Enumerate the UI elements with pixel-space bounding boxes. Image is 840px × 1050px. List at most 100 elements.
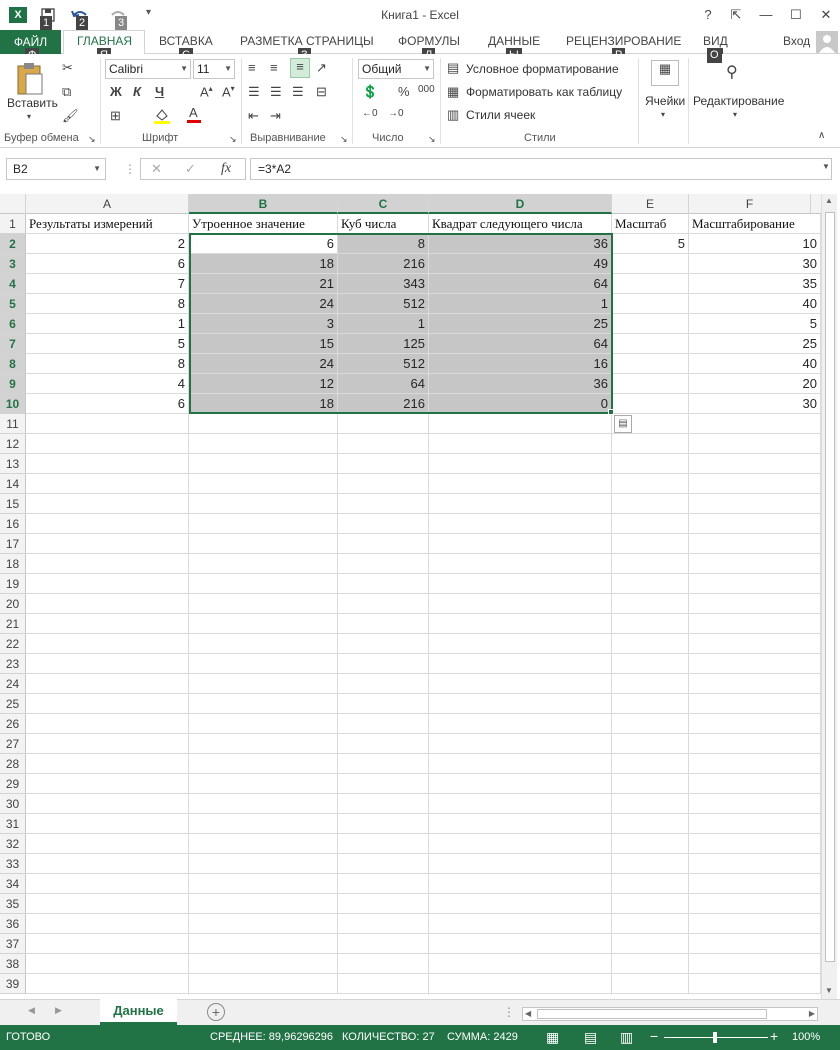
row-header[interactable]: 15 (0, 494, 26, 514)
cell-e32[interactable] (612, 834, 689, 854)
row-header[interactable]: 23 (0, 654, 26, 674)
cell-a9[interactable]: 4 (26, 374, 189, 394)
tab-insert[interactable]: ВСТАВКА (159, 34, 213, 48)
cell-c6[interactable]: 1 (338, 314, 429, 334)
cell-c31[interactable] (338, 814, 429, 834)
row-header[interactable]: 19 (0, 574, 26, 594)
cell-b12[interactable] (189, 434, 338, 454)
cell-f37[interactable] (689, 934, 821, 954)
cell-d4[interactable]: 64 (429, 274, 612, 294)
cell-a29[interactable] (26, 774, 189, 794)
tab-formulas[interactable]: ФОРМУЛЫ (398, 34, 460, 48)
row-header[interactable]: 29 (0, 774, 26, 794)
cell-a30[interactable] (26, 794, 189, 814)
decrease-indent-icon[interactable]: ⇤ (248, 108, 259, 124)
cell-d17[interactable] (429, 534, 612, 554)
decrease-decimal-icon[interactable]: →0 (388, 108, 404, 119)
cell-e33[interactable] (612, 854, 689, 874)
cell-f8[interactable]: 40 (689, 354, 821, 374)
vertical-scroll-thumb[interactable] (825, 212, 835, 962)
cell-b37[interactable] (189, 934, 338, 954)
cell-b21[interactable] (189, 614, 338, 634)
cell-e35[interactable] (612, 894, 689, 914)
cell-d6[interactable]: 25 (429, 314, 612, 334)
cell-c37[interactable] (338, 934, 429, 954)
cell-a12[interactable] (26, 434, 189, 454)
row-header[interactable]: 18 (0, 554, 26, 574)
cell-e12[interactable] (612, 434, 689, 454)
cell-a36[interactable] (26, 914, 189, 934)
row-header[interactable]: 25 (0, 694, 26, 714)
cell-a10[interactable]: 6 (26, 394, 189, 414)
cell-c21[interactable] (338, 614, 429, 634)
tab-home[interactable]: ГЛАВНАЯ (77, 34, 132, 48)
cell-a14[interactable] (26, 474, 189, 494)
cell-d24[interactable] (429, 674, 612, 694)
cell-c20[interactable] (338, 594, 429, 614)
cell-a13[interactable] (26, 454, 189, 474)
cancel-icon[interactable]: ✕ (151, 161, 162, 177)
scroll-up-icon[interactable]: ▲ (825, 196, 833, 205)
cell-c25[interactable] (338, 694, 429, 714)
italic-button[interactable]: К (133, 84, 141, 99)
cell-b19[interactable] (189, 574, 338, 594)
cell-d26[interactable] (429, 714, 612, 734)
cell-c36[interactable] (338, 914, 429, 934)
cut-icon[interactable]: ✂ (62, 60, 73, 76)
cell-b33[interactable] (189, 854, 338, 874)
row-header[interactable]: 6 (0, 314, 26, 334)
editing-dropdown-icon[interactable]: ▾ (733, 110, 737, 119)
cell-a25[interactable] (26, 694, 189, 714)
horizontal-scrollbar[interactable]: ◀ ▶ (522, 1007, 818, 1021)
paste-dropdown-icon[interactable]: ▾ (27, 112, 31, 121)
cell-f20[interactable] (689, 594, 821, 614)
cell-d11[interactable] (429, 414, 612, 434)
cell-d22[interactable] (429, 634, 612, 654)
vertical-scrollbar[interactable]: ▲ ▼ (821, 194, 837, 999)
cell-f4[interactable]: 35 (689, 274, 821, 294)
cell-e17[interactable] (612, 534, 689, 554)
cell-a35[interactable] (26, 894, 189, 914)
cell-e27[interactable] (612, 734, 689, 754)
name-box[interactable]: B2 ▼ (6, 158, 106, 180)
row-header[interactable]: 32 (0, 834, 26, 854)
cell-a2[interactable]: 2 (26, 234, 189, 254)
cell-e2[interactable]: 5 (612, 234, 689, 254)
cell-d15[interactable] (429, 494, 612, 514)
cell-a22[interactable] (26, 634, 189, 654)
align-middle-icon[interactable]: ≡ (270, 60, 278, 75)
cell-e5[interactable] (612, 294, 689, 314)
tab-page-layout[interactable]: РАЗМЕТКА СТРАНИЦЫ (240, 34, 374, 48)
cell-b25[interactable] (189, 694, 338, 714)
cell-c23[interactable] (338, 654, 429, 674)
cell-d18[interactable] (429, 554, 612, 574)
cell-e18[interactable] (612, 554, 689, 574)
cell-c24[interactable] (338, 674, 429, 694)
next-sheet-icon[interactable]: ▶ (55, 1005, 62, 1016)
cell-b11[interactable] (189, 414, 338, 434)
cell-f32[interactable] (689, 834, 821, 854)
align-left-icon[interactable]: ☰ (248, 84, 260, 100)
row-header[interactable]: 39 (0, 974, 26, 994)
expand-formula-icon[interactable]: ▼ (822, 162, 830, 171)
cell-c22[interactable] (338, 634, 429, 654)
cell-d21[interactable] (429, 614, 612, 634)
cell-d34[interactable] (429, 874, 612, 894)
normal-view-icon[interactable]: ▦ (546, 1029, 559, 1046)
row-header[interactable]: 37 (0, 934, 26, 954)
row-header[interactable]: 26 (0, 714, 26, 734)
cell-f27[interactable] (689, 734, 821, 754)
row-header[interactable]: 34 (0, 874, 26, 894)
cell-b17[interactable] (189, 534, 338, 554)
prev-sheet-icon[interactable]: ◀ (28, 1005, 35, 1016)
cell-d27[interactable] (429, 734, 612, 754)
column-header-c[interactable]: C (338, 194, 429, 214)
cell-e20[interactable] (612, 594, 689, 614)
cell-d12[interactable] (429, 434, 612, 454)
row-header[interactable]: 38 (0, 954, 26, 974)
font-size-combo[interactable]: 11 ▼ (193, 59, 235, 79)
cell-e28[interactable] (612, 754, 689, 774)
cell-b32[interactable] (189, 834, 338, 854)
cell-d14[interactable] (429, 474, 612, 494)
cell-d13[interactable] (429, 454, 612, 474)
